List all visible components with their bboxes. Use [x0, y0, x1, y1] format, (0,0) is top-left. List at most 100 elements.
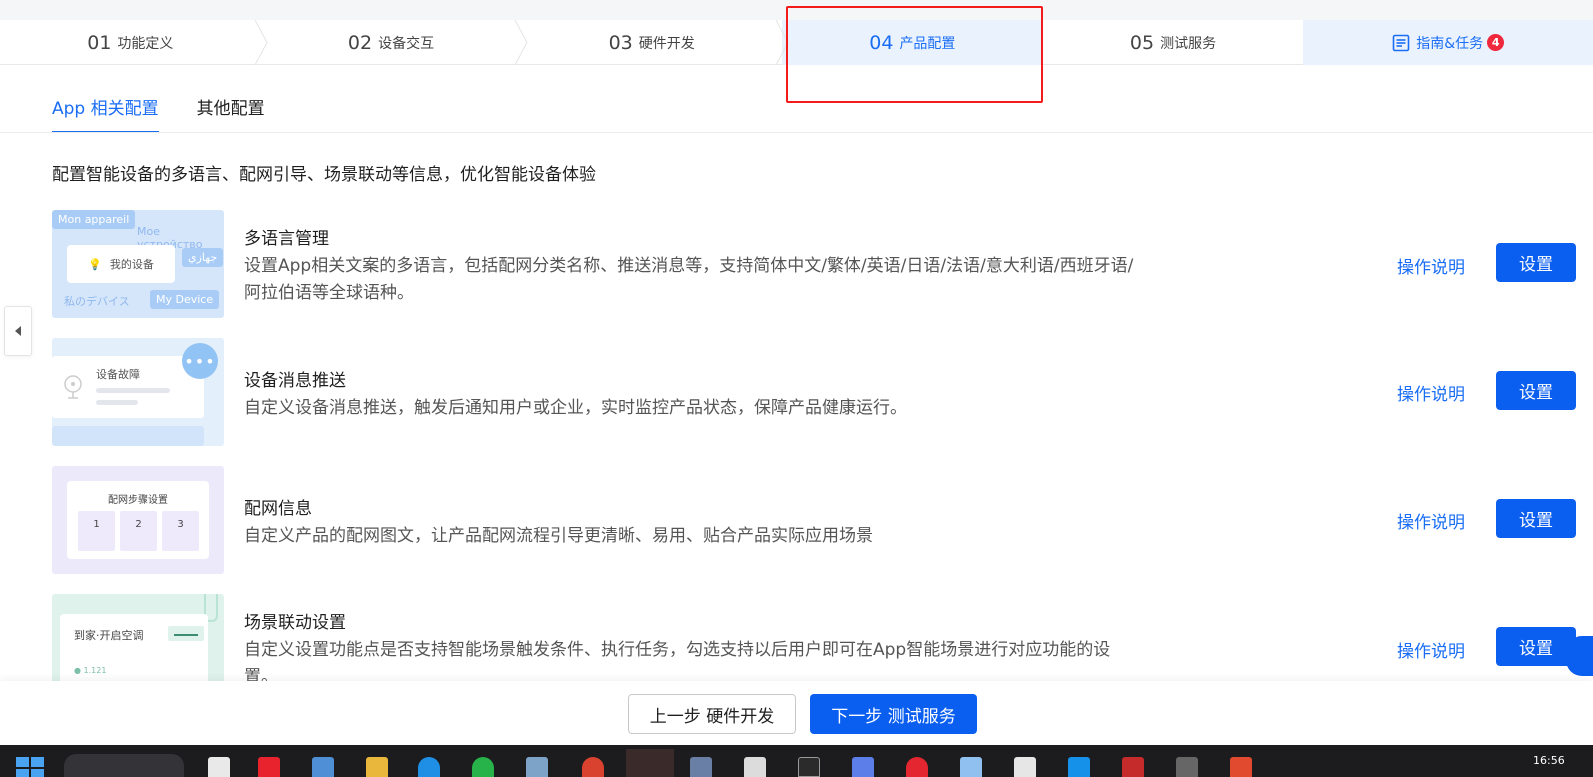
- config-row-multilanguage: Mon appareil Мое устройство جهازي 💡 我的设备…: [52, 210, 1593, 318]
- step-number: 03: [608, 31, 633, 54]
- illustration-fault-card: 设备故障: [52, 356, 204, 418]
- step-label: 产品配置: [899, 35, 956, 52]
- guide-and-tasks-button[interactable]: 指南&任务 4: [1303, 20, 1593, 65]
- tab-other-config[interactable]: 其他配置: [197, 82, 265, 133]
- illustration-card-label: 设备故障: [96, 368, 140, 381]
- step-separator-icon: [514, 20, 528, 65]
- illustration-step-box: 1: [78, 511, 115, 551]
- row-title: 配网信息: [244, 499, 312, 519]
- taskbar-app-icon[interactable]: [690, 757, 712, 777]
- config-tabs: App 相关配置 其他配置: [52, 82, 303, 133]
- step-separator-icon: [254, 20, 268, 65]
- step-number: 02: [347, 31, 373, 54]
- step-number: 01: [87, 31, 112, 54]
- illustration-tag: جهازي: [182, 248, 224, 267]
- illustration-step-box: 2: [120, 511, 157, 551]
- chat-bubble-icon: •••: [182, 343, 218, 379]
- taskbar-app-icon[interactable]: [312, 757, 334, 777]
- taskbar-app-icon[interactable]: [258, 757, 280, 777]
- settings-button[interactable]: 设置: [1496, 627, 1576, 666]
- taskbar-app-icon[interactable]: [208, 757, 230, 777]
- illustration-steps-card: 配网步骤设置 1 2 3: [67, 481, 209, 559]
- windows-start-icon[interactable]: [16, 757, 44, 777]
- message-push-illustration: 设备故障 •••: [52, 338, 224, 446]
- tabs-divider: [0, 132, 1593, 133]
- fan-icon: [64, 375, 82, 399]
- taskbar-app-icon[interactable]: [418, 757, 440, 777]
- illustration-device-card: 💡 我的设备: [67, 245, 175, 283]
- taskbar-clock: 16:56: [1533, 754, 1565, 767]
- illustration-base: [52, 426, 204, 446]
- taskbar-app-icon[interactable]: [1068, 757, 1090, 777]
- row-description: 自定义设备消息推送，触发后通知用户或企业，实时监控产品状态，保障产品健康运行。: [244, 398, 907, 418]
- step-label: 测试服务: [1160, 35, 1217, 52]
- illustration-small-text: ● 1.121: [74, 666, 107, 675]
- taskbar-app-icon[interactable]: [744, 757, 766, 777]
- page-description: 配置智能设备的多语言、配网引导、场景联动等信息，优化智能设备体验: [52, 165, 596, 185]
- document-list-icon: [1392, 34, 1410, 51]
- page: 01 功能定义 02 设备交互 03 硬件开发 04 产品配置 05 测试服务: [0, 0, 1593, 777]
- settings-button[interactable]: 设置: [1496, 243, 1576, 282]
- settings-button[interactable]: 设置: [1496, 371, 1576, 410]
- illustration-step-box: 3: [162, 511, 199, 551]
- illustration-card-label: 到家·开启空调: [74, 629, 144, 642]
- taskbar-app-icon[interactable]: [852, 757, 874, 777]
- tab-app-config[interactable]: App 相关配置: [52, 82, 159, 133]
- toggle-line: [174, 634, 198, 636]
- illustration-bar: [96, 388, 170, 393]
- multilanguage-illustration: Mon appareil Мое устройство جهازي 💡 我的设备…: [52, 210, 224, 318]
- floating-help-button[interactable]: [1566, 636, 1593, 676]
- settings-button[interactable]: 设置: [1496, 499, 1576, 538]
- terminal-icon[interactable]: [798, 757, 820, 777]
- illustration-bar: [96, 400, 138, 405]
- step-4-product-configuration[interactable]: 04 产品配置: [782, 20, 1043, 65]
- caret-left-icon: [15, 326, 21, 336]
- step-number: 05: [1129, 31, 1155, 54]
- taskbar-app-icon[interactable]: [1230, 757, 1252, 777]
- top-strip: [0, 0, 1593, 20]
- step-3-hardware-development[interactable]: 03 硬件开发: [521, 20, 789, 65]
- help-link[interactable]: 操作说明: [1397, 508, 1465, 533]
- task-count-badge: 4: [1487, 34, 1505, 51]
- step-5-test-service[interactable]: 05 测试服务: [1043, 20, 1304, 65]
- bulb-icon: 💡: [88, 257, 102, 271]
- taskbar-app-icon[interactable]: [1176, 757, 1198, 777]
- taskbar-app-icon[interactable]: [1122, 757, 1144, 777]
- next-step-button[interactable]: 下一步 测试服务: [810, 694, 977, 734]
- network-steps-illustration: 配网步骤设置 1 2 3: [52, 466, 224, 574]
- taskbar-app-icon[interactable]: [582, 757, 604, 777]
- step-1-function-definition[interactable]: 01 功能定义: [0, 20, 268, 65]
- row-description: 设置App相关文案的多语言，包括配网分类名称、推送消息等，支持简体中文/繁体/英…: [244, 256, 1134, 303]
- help-link[interactable]: 操作说明: [1397, 380, 1465, 405]
- step-label: 硬件开发: [638, 35, 695, 52]
- taskbar-app-icon[interactable]: [960, 757, 982, 777]
- help-link[interactable]: 操作说明: [1397, 253, 1465, 278]
- illustration-card-label: 我的设备: [109, 258, 154, 271]
- taskbar-app-icon[interactable]: [472, 757, 494, 777]
- illustration-scene-card: 到家·开启空调 ● 1.121: [60, 614, 208, 689]
- step-label: 设备交互: [378, 35, 435, 52]
- help-link[interactable]: 操作说明: [1397, 637, 1465, 662]
- illustration-tag: 私のデバイス: [64, 295, 130, 308]
- footer-bar: 上一步 硬件开发 下一步 测试服务: [0, 681, 1593, 745]
- illustration-tag: Mon appareil: [52, 210, 136, 229]
- step-separator-icon: [775, 20, 789, 65]
- sidebar-collapse-button[interactable]: [4, 306, 32, 356]
- row-title: 多语言管理: [244, 229, 329, 249]
- step-bar: 01 功能定义 02 设备交互 03 硬件开发 04 产品配置 05 测试服务: [0, 20, 1593, 65]
- previous-step-button[interactable]: 上一步 硬件开发: [628, 694, 796, 734]
- step-label: 功能定义: [117, 35, 174, 52]
- taskbar-search[interactable]: [64, 754, 184, 777]
- row-title: 场景联动设置: [244, 613, 346, 633]
- taskbar-app-icon[interactable]: [1014, 757, 1036, 777]
- illustration-tag: My Device: [150, 290, 220, 309]
- step-2-device-interaction[interactable]: 02 设备交互: [261, 20, 528, 65]
- taskbar-app-icon[interactable]: [906, 757, 928, 777]
- taskbar-active-app[interactable]: [626, 749, 674, 777]
- config-row-network-info: 配网步骤设置 1 2 3 配网信息 自定义产品的配网图文，让产品配网流程引导更清…: [52, 466, 1593, 574]
- row-title: 设备消息推送: [244, 371, 346, 391]
- step-number: 04: [869, 31, 894, 54]
- taskbar-app-icon[interactable]: [526, 757, 548, 777]
- config-row-message-push: 设备故障 ••• 设备消息推送 自定义设备消息推送，触发后通知用户或企业，实时监…: [52, 338, 1593, 446]
- folder-icon[interactable]: [366, 757, 388, 777]
